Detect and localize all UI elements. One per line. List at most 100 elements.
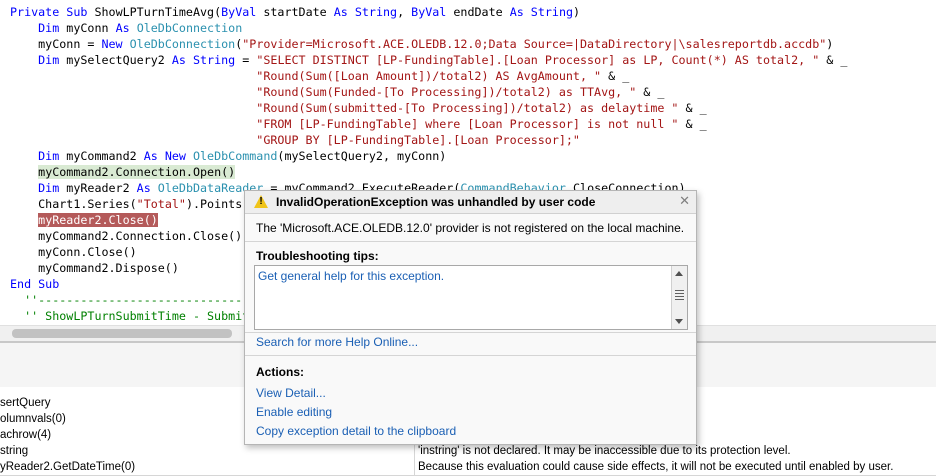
troubleshooting-tips-list[interactable]: Get general help for this exception. — [254, 265, 688, 330]
code-token: ).Points — [185, 197, 243, 211]
code-line[interactable]: myCommand2.Connection.Close() — [10, 228, 242, 244]
code-token: (mySelectQuery2, myConn) — [277, 149, 447, 163]
scrollbar-thumb[interactable] — [12, 329, 232, 338]
exception-titlebar: ! InvalidOperationException was unhandle… — [245, 191, 696, 214]
code-line[interactable]: "Round(Sum([Loan Amount])/total2) AS Avg… — [10, 68, 629, 84]
code-line[interactable]: Private Sub ShowLPTurnTimeAvg( ByVal star… — [10, 4, 580, 20]
code-line[interactable]: myCommand2.Connection.Open() — [10, 164, 236, 180]
divider — [245, 332, 696, 333]
divider — [245, 241, 696, 242]
code-token: Dim — [10, 53, 67, 67]
code-line[interactable]: "GROUP BY [LP-FundingTable].[Loan Proces… — [10, 132, 580, 148]
code-line[interactable]: Dim myCommand2 As New OleDbCommand(mySel… — [10, 148, 446, 164]
code-token: As String — [509, 5, 574, 19]
code-token: "FROM [LP-FundingTable] where [Loan Proc… — [256, 117, 679, 131]
troubleshooting-heading: Troubleshooting tips: — [256, 249, 379, 263]
code-token: mySelectQuery2 — [66, 53, 172, 67]
code-token: endDate — [453, 5, 510, 19]
enable-editing-link[interactable]: Enable editing — [256, 405, 332, 419]
code-line[interactable]: myConn.Close() — [10, 244, 137, 260]
code-token: & _ — [678, 101, 707, 115]
code-token: & _ — [601, 69, 630, 83]
code-token: "Round(Sum(submitted-[To Processing])/to… — [256, 101, 679, 115]
code-line[interactable]: "FROM [LP-FundingTable] where [Loan Proc… — [10, 116, 707, 132]
code-token: ShowLPTurnTimeAvg( — [94, 5, 222, 19]
code-token: myConn — [66, 21, 116, 35]
code-token: As New — [143, 149, 193, 163]
code-token: myConn = — [10, 37, 102, 51]
exception-assistant: ! InvalidOperationException was unhandle… — [244, 190, 697, 445]
code-token: myConn.Close() — [10, 245, 137, 259]
code-line[interactable]: '' ShowLPTurnSubmitTime - Submit T — [10, 308, 263, 324]
tips-scrollbar[interactable] — [671, 266, 687, 329]
watch-row[interactable]: yReader2.GetDateTime(0) Because this eval… — [0, 459, 936, 476]
code-token: "Round(Sum(Funded-[To Processing])/total… — [256, 85, 637, 99]
code-token: myReader2.Close() — [38, 213, 158, 227]
code-token: & _ — [636, 85, 665, 99]
code-token: myCommand2.Connection.Close() — [10, 229, 243, 243]
code-token: End Sub — [10, 277, 60, 291]
actions-heading: Actions: — [256, 365, 304, 379]
code-token: myReader2 — [66, 181, 137, 195]
close-icon[interactable]: ✕ — [679, 193, 690, 209]
exception-message: The 'Microsoft.ACE.OLEDB.12.0' provider … — [256, 221, 685, 235]
exception-title: InvalidOperationException was unhandled … — [276, 195, 596, 209]
code-token: "Total" — [136, 197, 186, 211]
code-line[interactable]: myReader2.Close() — [10, 212, 158, 228]
code-token: New — [101, 37, 130, 51]
code-token: myCommand2 — [66, 149, 144, 163]
code-token: ) — [826, 37, 834, 51]
code-token: myCommand2.Dispose() — [10, 261, 179, 275]
scroll-up-arrow-icon[interactable] — [675, 271, 683, 276]
code-line[interactable]: myConn = New OleDbConnection("Provider=M… — [10, 36, 833, 52]
code-token: Dim — [10, 149, 67, 163]
code-line[interactable]: Chart1.Series("Total").Points — [10, 196, 242, 212]
code-token: Chart1.Series( — [10, 197, 137, 211]
code-token: As — [136, 181, 158, 195]
code-token: ) — [573, 5, 581, 19]
code-token: startDate — [263, 5, 334, 19]
general-help-link[interactable]: Get general help for this exception. — [258, 269, 444, 283]
watch-value: Because this evaluation could cause side… — [414, 459, 936, 475]
copy-exception-detail-link[interactable]: Copy exception detail to the clipboard — [256, 424, 456, 438]
code-line[interactable]: Dim myConn As OleDbConnection — [10, 20, 242, 36]
code-token: Dim — [10, 21, 67, 35]
code-token: = — [235, 53, 257, 67]
code-line[interactable]: End Sub — [10, 276, 59, 292]
scroll-grip-icon[interactable] — [675, 290, 684, 301]
view-detail-link[interactable]: View Detail... — [256, 386, 326, 400]
code-token: & _ — [819, 53, 848, 67]
code-line[interactable]: "Round(Sum(submitted-[To Processing])/to… — [10, 100, 707, 116]
scroll-down-arrow-icon[interactable] — [675, 319, 683, 324]
code-token: OleDbCommand — [192, 149, 278, 163]
code-token: myCommand2.Connection.Open() — [38, 165, 236, 179]
code-line[interactable]: Dim mySelectQuery2 As String = "SELECT D… — [10, 52, 847, 68]
divider — [245, 355, 696, 356]
watch-value: 'instring' is not declared. It may be in… — [414, 443, 936, 459]
watch-expression: yReader2.GetDateTime(0) — [0, 461, 136, 473]
code-token: "SELECT DISTINCT [LP-FundingTable].[Loan… — [256, 53, 820, 67]
warning-icon-mark: ! — [259, 196, 263, 207]
search-help-online-link[interactable]: Search for more Help Online... — [256, 335, 418, 349]
watch-row[interactable]: string 'instring' is not declared. It may… — [0, 443, 936, 460]
code-token: "Provider=Microsoft.ACE.OLEDB.12.0;Data … — [242, 37, 827, 51]
code-token: As String — [171, 53, 236, 67]
code-token: "Round(Sum([Loan Amount])/total2) AS Avg… — [256, 69, 602, 83]
code-line[interactable]: "Round(Sum(Funded-[To Processing])/total… — [10, 84, 664, 100]
watch-expression: string — [0, 445, 29, 457]
code-token: & _ — [678, 117, 707, 131]
code-token: ByVal — [411, 5, 454, 19]
code-line[interactable]: myCommand2.Dispose() — [10, 260, 179, 276]
code-token: As String — [333, 5, 398, 19]
code-token: Private Sub — [10, 5, 95, 19]
code-token: "GROUP BY [LP-FundingTable].[Loan Proces… — [256, 133, 580, 147]
code-token: Dim — [10, 181, 67, 195]
code-token: , — [397, 5, 412, 19]
code-token: OleDbConnection — [129, 37, 236, 51]
